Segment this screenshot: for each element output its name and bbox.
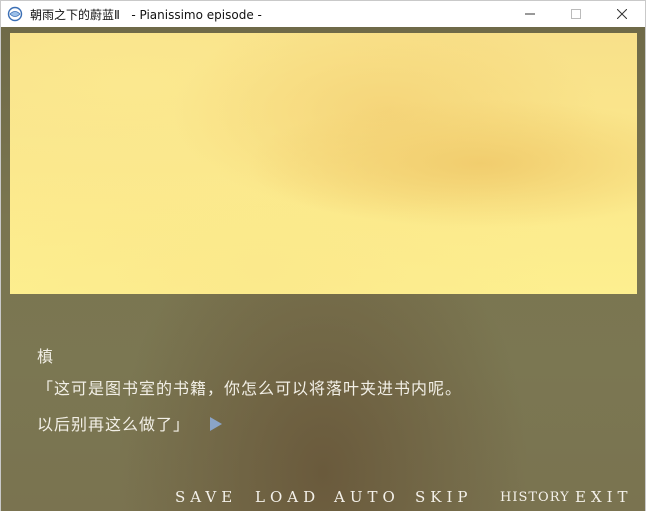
window-controls <box>507 1 645 27</box>
speaker-name: 槙 <box>37 347 55 366</box>
dialogue-line-2: 以后别再这么做了」 <box>37 411 223 435</box>
maximize-button[interactable] <box>553 1 599 27</box>
history-button[interactable]: HISTORY <box>500 490 570 510</box>
app-icon <box>7 6 23 22</box>
game-window: 朝雨之下的蔚蓝Ⅱ - Pianissimo episode - 槙 「这可是图书… <box>0 0 646 511</box>
load-button[interactable]: LOAD <box>255 488 320 508</box>
next-page-icon[interactable] <box>210 416 223 435</box>
auto-button[interactable]: AUTO <box>334 488 400 508</box>
title-bar[interactable]: 朝雨之下的蔚蓝Ⅱ - Pianissimo episode - <box>1 1 645 27</box>
exit-button[interactable]: EXIT <box>575 488 633 508</box>
skip-button[interactable]: SKIP <box>415 488 473 508</box>
game-screen[interactable]: 槙 「这可是图书室的书籍，你怎么可以将落叶夹进书内呢。 以后别再这么做了」 SA… <box>1 27 645 511</box>
minimize-icon <box>525 13 535 15</box>
close-icon <box>617 9 627 19</box>
maximize-icon <box>571 9 581 19</box>
close-button[interactable] <box>599 1 645 27</box>
dialogue-text-1: 「这可是图书室的书籍，你怎么可以将落叶夹进书内呢。 <box>37 379 463 398</box>
minimize-button[interactable] <box>507 1 553 27</box>
save-button[interactable]: SAVE <box>175 488 237 508</box>
dialogue-line-1: 「这可是图书室的书籍，你怎么可以将落叶夹进书内呢。 <box>37 375 462 399</box>
scene-background <box>10 33 637 294</box>
dialogue-text-2: 以后别再这么做了」 <box>37 415 191 434</box>
window-title: 朝雨之下的蔚蓝Ⅱ - Pianissimo episode - <box>30 7 262 22</box>
